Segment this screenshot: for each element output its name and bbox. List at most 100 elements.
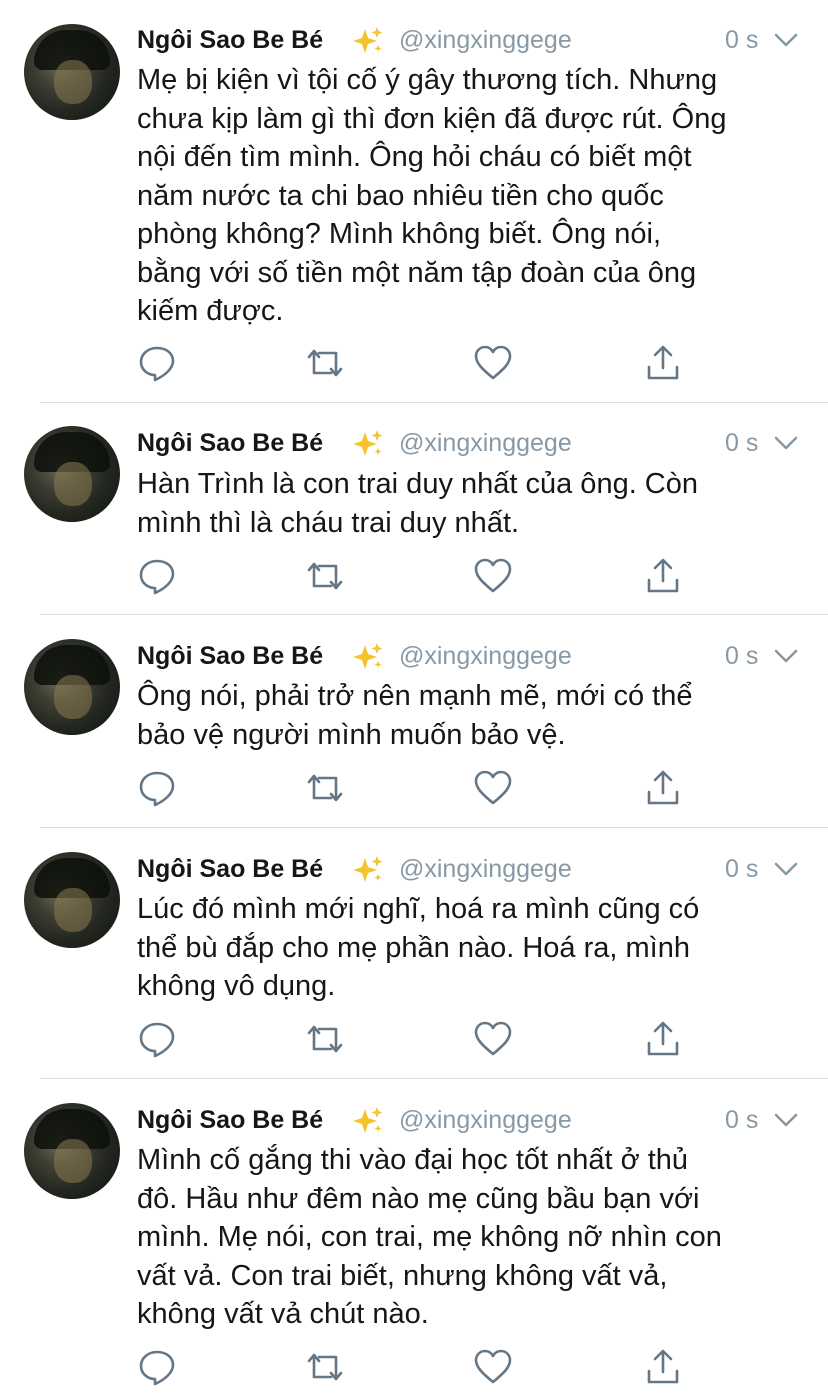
tweet-text: Mình cố gắng thi vào đại học tốt nhất ở …	[137, 1141, 807, 1334]
tweet-header: Ngôi Sao Be Bé @xingxinggege 0 s	[137, 851, 798, 887]
reply-button[interactable]	[137, 1019, 177, 1059]
handle[interactable]: @xingxinggege	[399, 638, 572, 674]
timestamp[interactable]: 0 s	[725, 425, 758, 461]
like-button[interactable]	[473, 1347, 513, 1387]
tweet-text-line: mình thì là cháu trai duy nhất.	[137, 506, 520, 539]
tweet-header: Ngôi Sao Be Bé @xingxinggege 0 s	[137, 1102, 798, 1138]
share-button[interactable]	[643, 343, 683, 383]
tweet-text-line: đô. Hầu như đêm nào mẹ cũng bầu bạn với	[137, 1182, 700, 1215]
tweet-text-line: kiếm được.	[137, 295, 284, 327]
tweet-text-line: không vô dụng.	[137, 970, 336, 1002]
sparkles-icon	[353, 27, 383, 53]
handle[interactable]: @xingxinggege	[399, 1102, 572, 1138]
share-button[interactable]	[643, 1347, 683, 1387]
display-name[interactable]: Ngôi Sao Be Bé	[137, 851, 323, 887]
tweet-text-line: Hàn Trình là con trai duy nhất của ông. …	[137, 468, 699, 500]
retweet-button[interactable]	[305, 768, 345, 808]
display-name[interactable]: Ngôi Sao Be Bé	[137, 638, 323, 674]
timestamp[interactable]: 0 s	[725, 22, 758, 58]
chevron-down-icon[interactable]	[774, 859, 798, 879]
handle[interactable]: @xingxinggege	[399, 851, 572, 887]
handle[interactable]: @xingxinggege	[399, 425, 572, 461]
like-button[interactable]	[473, 556, 513, 596]
tweet-text-line: chưa kịp làm gì thì đơn kiện đã được rút…	[137, 102, 727, 135]
display-name[interactable]: Ngôi Sao Be Bé	[137, 425, 323, 461]
retweet-button[interactable]	[305, 1019, 345, 1059]
reply-icon	[139, 346, 175, 382]
like-button[interactable]	[473, 343, 513, 383]
tweet-text-line: phòng không? Mình không biết. Ông nói,	[137, 218, 661, 250]
tweet-header: Ngôi Sao Be Bé @xingxinggege 0 s	[137, 425, 798, 461]
tweet-text-line: Mẹ bị kiện vì tội cố ý gây thương tích. …	[137, 64, 718, 96]
tweet-text-line: nội đến tìm mình. Ông hỏi cháu có biết m…	[137, 141, 692, 173]
tweet-text: Ông nói, phải trở nên mạnh mẽ, mới có th…	[137, 677, 807, 754]
timestamp[interactable]: 0 s	[725, 638, 758, 674]
retweet-icon	[307, 562, 343, 590]
tweet-text-line: Ông nói, phải trở nên mạnh mẽ, mới có th…	[137, 680, 693, 712]
chevron-down-icon[interactable]	[774, 30, 798, 50]
reply-icon	[139, 771, 175, 807]
avatar[interactable]	[24, 24, 120, 120]
heart-icon	[474, 558, 512, 593]
tweet-actions	[137, 768, 697, 808]
sparkles-icon	[353, 643, 383, 669]
tweet-text-line: thể bù đắp cho mẹ phần nào. Hoá ra, mình	[137, 931, 690, 964]
chevron-down-icon[interactable]	[774, 646, 798, 666]
tweet-text: Mẹ bị kiện vì tội cố ý gây thương tích. …	[137, 61, 807, 331]
avatar[interactable]	[24, 852, 120, 948]
avatar[interactable]	[24, 426, 120, 522]
share-icon	[647, 345, 679, 380]
reply-icon	[139, 559, 175, 595]
tweet-text-line: vất vả. Con trai biết, nhưng không vất v…	[137, 1259, 668, 1292]
retweet-button[interactable]	[305, 1347, 345, 1387]
tweet-text-line: bằng với số tiền một năm tập đoàn của ôn…	[137, 256, 697, 289]
tweet-actions	[137, 1019, 697, 1059]
like-button[interactable]	[473, 768, 513, 808]
divider	[40, 402, 828, 403]
reply-button[interactable]	[137, 343, 177, 383]
tweet-text-line: năm nước ta chi bao nhiêu tiền cho quốc	[137, 179, 664, 212]
share-button[interactable]	[643, 768, 683, 808]
share-button[interactable]	[643, 556, 683, 596]
heart-icon	[474, 770, 512, 805]
tweet-text-line: bảo vệ người mình muốn bảo vệ.	[137, 718, 566, 751]
avatar[interactable]	[24, 1103, 120, 1199]
tweet-actions	[137, 343, 697, 383]
heart-icon	[474, 345, 512, 380]
tweet-text-line: không vất vả chút nào.	[137, 1298, 429, 1330]
retweet-icon	[307, 349, 343, 377]
tweet-header: Ngôi Sao Be Bé @xingxinggege 0 s	[137, 22, 798, 58]
tweet-text-line: Lúc đó mình mới nghĩ, hoá ra mình cũng c…	[137, 893, 700, 925]
tweet-header: Ngôi Sao Be Bé @xingxinggege 0 s	[137, 638, 798, 674]
heart-icon	[474, 1021, 512, 1056]
like-button[interactable]	[473, 1019, 513, 1059]
sparkles-icon	[353, 1107, 383, 1133]
tweet-text: Hàn Trình là con trai duy nhất của ông. …	[137, 465, 807, 542]
chevron-down-icon[interactable]	[774, 433, 798, 453]
heart-icon	[474, 1349, 512, 1384]
retweet-icon	[307, 1025, 343, 1053]
reply-button[interactable]	[137, 556, 177, 596]
reply-icon	[139, 1022, 175, 1058]
reply-icon	[139, 1350, 175, 1386]
share-button[interactable]	[643, 1019, 683, 1059]
tweet-text: Lúc đó mình mới nghĩ, hoá ra mình cũng c…	[137, 890, 807, 1006]
timestamp[interactable]: 0 s	[725, 851, 758, 887]
share-icon	[647, 558, 679, 593]
tweet-text-line: mình. Mẹ nói, con trai, mẹ không nỡ nhìn…	[137, 1221, 722, 1253]
reply-button[interactable]	[137, 768, 177, 808]
tweet-actions	[137, 1347, 697, 1387]
reply-button[interactable]	[137, 1347, 177, 1387]
divider	[40, 614, 828, 615]
retweet-button[interactable]	[305, 556, 345, 596]
retweet-button[interactable]	[305, 343, 345, 383]
timestamp[interactable]: 0 s	[725, 1102, 758, 1138]
handle[interactable]: @xingxinggege	[399, 22, 572, 58]
avatar[interactable]	[24, 639, 120, 735]
chevron-down-icon[interactable]	[774, 1110, 798, 1130]
display-name[interactable]: Ngôi Sao Be Bé	[137, 1102, 323, 1138]
share-icon	[647, 1349, 679, 1384]
tweet-actions	[137, 556, 697, 596]
display-name[interactable]: Ngôi Sao Be Bé	[137, 22, 323, 58]
divider	[40, 1078, 828, 1079]
